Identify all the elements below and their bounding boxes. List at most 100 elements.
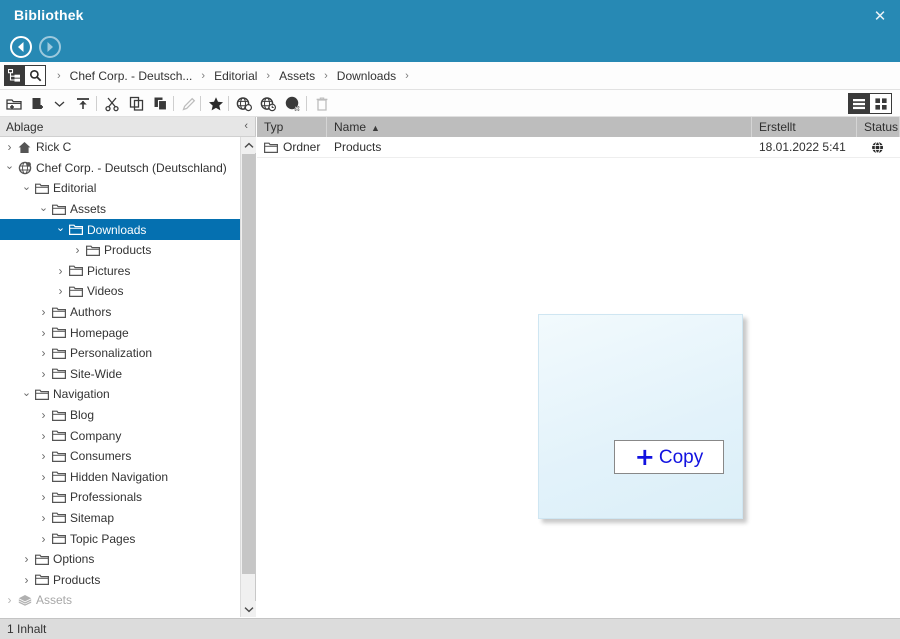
folder-icon [50,511,67,524]
chevron-right-icon[interactable]: › [37,470,50,484]
chevron-down-icon[interactable]: ⌄ [37,201,50,214]
tree-item-videos[interactable]: ›Videos [0,281,240,302]
view-mode-toggle [848,93,892,114]
chevron-right-icon[interactable]: › [37,449,50,463]
column-header-typ[interactable]: Typ [257,117,327,137]
folder-icon [33,553,50,566]
tree-item-assets[interactable]: ⌄Assets [0,199,240,220]
tree-item-professionals[interactable]: ›Professionals [0,487,240,508]
breadcrumb-view-toggles [4,65,46,86]
chevron-down-icon[interactable]: ⌄ [20,180,33,193]
list-view-icon[interactable] [848,93,870,114]
column-header-status[interactable]: Status [857,117,900,137]
chevron-down-icon[interactable]: ⌄ [20,386,33,399]
chevron-right-icon[interactable]: › [37,408,50,422]
unpublish-icon[interactable] [283,94,303,114]
chevron-down-icon[interactable]: ⌄ [3,159,16,172]
chevron-right-icon[interactable]: › [54,284,67,298]
tree-scrollbar-thumb[interactable] [242,154,255,574]
copy-icon[interactable] [127,94,147,114]
breadcrumb-item-downloads[interactable]: Downloads [337,69,396,83]
content-tree[interactable]: ›Rick C⌄Chef Corp. - Deutsch (Deutschlan… [0,137,240,617]
close-icon[interactable]: ✕ [868,5,892,27]
tree-item-company[interactable]: ›Company [0,425,240,446]
sidebar-header: Ablage ‹ [0,117,256,137]
cell-status [857,137,900,158]
tree-item-authors[interactable]: ›Authors [0,302,240,323]
folder-icon [50,532,67,545]
chevron-right-icon[interactable]: › [37,326,50,340]
new-asset-icon[interactable] [28,94,48,114]
column-header-label: Erstellt [759,120,796,134]
tree-item-options[interactable]: ›Options [0,549,240,570]
chevron-right-icon[interactable]: › [71,243,84,257]
window-title-bar: Bibliothek ✕ [0,0,900,32]
tree-item-label: Hidden Navigation [67,470,168,484]
chevron-right-icon[interactable]: › [37,511,50,525]
tree-item-hidden-navigation[interactable]: › Hidden Navigation [0,467,240,488]
upload-icon[interactable] [73,94,93,114]
tree-item-editorial[interactable]: ⌄Editorial [0,178,240,199]
action-toolbar [0,90,900,117]
chevron-right-icon[interactable]: › [37,532,50,546]
tree-item-assets[interactable]: ›Assets [0,590,240,611]
cut-icon[interactable] [102,94,122,114]
chevron-right-icon[interactable]: › [37,367,50,381]
favorite-star-icon[interactable] [206,94,226,114]
tree-item-site-wide[interactable]: ›Site-Wide [0,364,240,385]
schedule-publish-icon[interactable] [258,94,278,114]
drag-copy-label: Copy [659,448,703,467]
grid-view-icon[interactable] [870,93,892,114]
chevron-right-icon[interactable]: › [20,573,33,587]
breadcrumb-separator: › [266,70,270,82]
folder-icon [50,470,67,483]
tree-item-products[interactable]: › Products [0,240,240,261]
tree-item-rick-c[interactable]: ›Rick C [0,137,240,158]
tree-item-label: Products [101,243,151,257]
tree-scrollbar[interactable] [240,137,256,617]
publish-icon[interactable] [234,94,254,114]
back-arrow-icon[interactable] [10,36,32,58]
tree-item-blog[interactable]: ›Blog [0,405,240,426]
tree-item-label: Products [50,573,100,587]
tree-item-topic-pages[interactable]: ›Topic Pages [0,528,240,549]
forward-arrow-icon[interactable] [39,36,61,58]
search-icon[interactable] [25,65,46,86]
folder-icon [50,203,67,216]
column-header-name[interactable]: Name▲ [327,117,752,137]
breadcrumb-bar: › Chef Corp. - Deutsch... › Editorial › … [0,62,900,90]
tree-item-label: Navigation [50,387,110,401]
chevron-right-icon[interactable]: › [37,305,50,319]
tree-item-personalization[interactable]: ›Personalization [0,343,240,364]
window-title: Bibliothek [14,7,84,23]
chevron-right-icon[interactable]: › [3,140,16,154]
tree-item-homepage[interactable]: ›Homepage [0,322,240,343]
chevron-right-icon[interactable]: › [37,490,50,504]
toolbar-divider [228,96,229,111]
tree-item-products[interactable]: › Products [0,569,240,590]
scroll-down-icon[interactable] [241,601,256,617]
tree-view-icon[interactable] [4,65,25,86]
chevron-right-icon[interactable]: › [37,429,50,443]
chevron-right-icon[interactable]: › [54,264,67,278]
chevron-right-icon[interactable]: › [20,552,33,566]
paste-icon[interactable] [151,94,171,114]
chevron-down-icon[interactable] [49,94,69,114]
tree-item-pictures[interactable]: ›Pictures [0,261,240,282]
breadcrumb-item-editorial[interactable]: Editorial [214,69,257,83]
tree-item-downloads[interactable]: ⌄Downloads [0,219,240,240]
breadcrumb-item-assets[interactable]: Assets [279,69,315,83]
column-header-erstellt[interactable]: Erstellt [752,117,857,137]
breadcrumb-item-site[interactable]: Chef Corp. - Deutsch... [70,69,193,83]
table-row[interactable]: OrdnerProducts18.01.2022 5:41 [257,137,900,158]
new-folder-icon[interactable] [4,94,24,114]
chevron-right-icon[interactable]: › [3,593,16,607]
tree-item-navigation[interactable]: ⌄ Navigation [0,384,240,405]
scroll-up-icon[interactable] [241,137,256,153]
collapse-sidebar-icon[interactable]: ‹ [244,120,248,132]
tree-item-consumers[interactable]: ›Consumers [0,446,240,467]
tree-item-chef-corp-deutsch-deutschland[interactable]: ⌄Chef Corp. - Deutsch (Deutschland) [0,158,240,179]
chevron-right-icon[interactable]: › [37,346,50,360]
tree-item-sitemap[interactable]: ›Sitemap [0,508,240,529]
chevron-down-icon[interactable]: ⌄ [54,221,67,234]
